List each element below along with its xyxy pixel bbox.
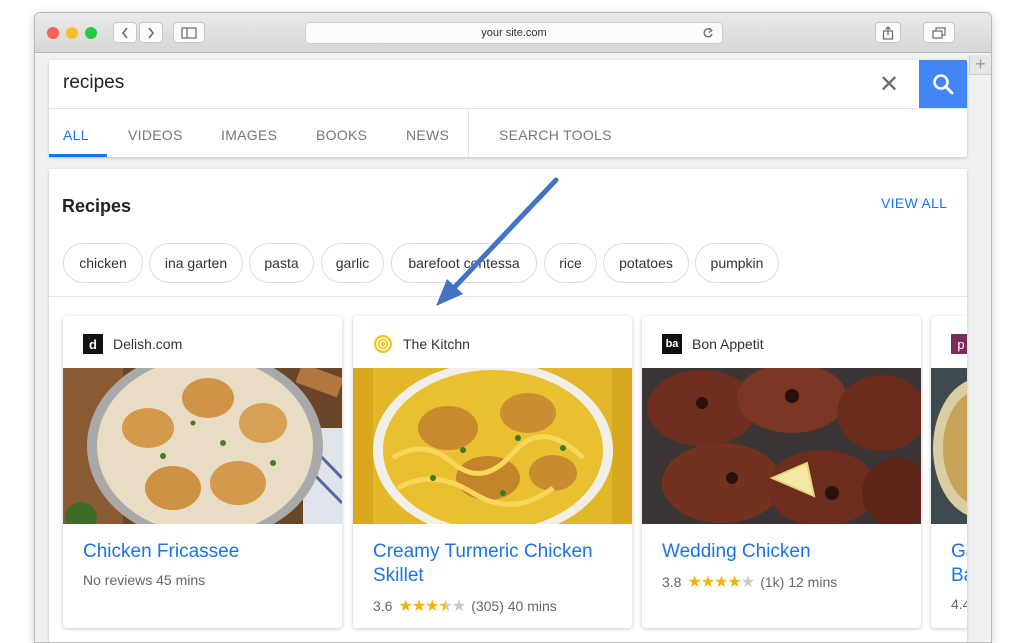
recipe-meta: 4.4 xyxy=(951,596,967,612)
star-rating: ★★★★★ xyxy=(687,574,755,591)
browser-window: your site.com recipes ✕ ALL VIDEOS IMAGE… xyxy=(34,12,992,643)
recipe-image xyxy=(63,368,342,524)
recipe-image xyxy=(353,368,632,524)
tab-images[interactable]: IMAGES xyxy=(221,127,277,143)
chevron-right-icon xyxy=(148,27,155,38)
divider xyxy=(49,108,967,109)
kitchn-icon xyxy=(373,334,393,354)
chip-chicken[interactable]: chicken xyxy=(63,243,143,283)
recipe-source: p xyxy=(951,334,967,354)
chip-rice[interactable]: rice xyxy=(544,243,597,283)
cook-time: 45 mins xyxy=(156,572,206,588)
search-button[interactable] xyxy=(919,60,967,108)
section-title: Recipes xyxy=(62,196,132,216)
source-name: Bon Appetit xyxy=(692,336,764,352)
zoom-window-button[interactable] xyxy=(85,27,97,39)
share-button[interactable] xyxy=(875,22,901,43)
search-icon xyxy=(933,74,954,95)
recipe-image xyxy=(642,368,921,524)
rating-value: 4.4 xyxy=(951,596,967,612)
url-text: your site.com xyxy=(481,27,547,39)
recipe-meta: No reviews 45 mins xyxy=(83,572,205,588)
back-button[interactable] xyxy=(113,22,137,43)
chip-pumpkin[interactable]: pumpkin xyxy=(695,243,779,283)
rating-value: 3.8 xyxy=(662,574,682,590)
source-name: The Kitchn xyxy=(403,336,470,352)
reload-icon[interactable] xyxy=(702,26,714,40)
divider xyxy=(468,109,469,157)
tab-news[interactable]: NEWS xyxy=(406,127,449,143)
source-logo: p xyxy=(951,334,967,354)
recipe-image xyxy=(931,368,967,524)
chip-ina-garten[interactable]: ina garten xyxy=(149,243,243,283)
divider xyxy=(49,296,967,297)
close-window-button[interactable] xyxy=(47,27,59,39)
search-box-card: recipes ✕ ALL VIDEOS IMAGES BOOKS NEWS S… xyxy=(49,60,967,157)
browser-toolbar: your site.com xyxy=(35,13,991,53)
recipe-meta: 3.8 ★★★★★ (1k) 12 mins xyxy=(662,572,837,592)
share-icon xyxy=(882,25,894,40)
bon-appetit-logo: ba xyxy=(662,334,682,354)
chevron-left-icon xyxy=(121,27,128,38)
sidebar-icon xyxy=(181,26,197,39)
star-rating: ★★★★★★ xyxy=(398,598,466,615)
recipe-card[interactable]: d Delish.com Chicken Fricassee No review… xyxy=(63,316,342,628)
tab-books[interactable]: BOOKS xyxy=(316,127,367,143)
recipe-meta: 3.6 ★★★★★★ (305) 40 mins xyxy=(373,596,557,616)
recipes-card: Recipes VIEW ALL chicken ina garten past… xyxy=(49,169,967,642)
forward-button[interactable] xyxy=(139,22,163,43)
chip-garlic[interactable]: garlic xyxy=(321,243,384,283)
tabs-overview-button[interactable] xyxy=(923,22,955,43)
tabs-icon xyxy=(932,26,946,39)
recipe-source: The Kitchn xyxy=(373,334,470,354)
tab-videos[interactable]: VIDEOS xyxy=(128,127,183,143)
tab-all[interactable]: ALL xyxy=(63,127,89,143)
recipe-title-link[interactable]: Chicken Fricassee xyxy=(83,540,328,564)
rating-value: 3.6 xyxy=(373,598,393,614)
recipe-title-link[interactable]: GaBa xyxy=(951,540,967,588)
review-count: (305) xyxy=(471,598,504,614)
search-input[interactable]: recipes xyxy=(63,72,124,94)
recipe-title-link[interactable]: Wedding Chicken xyxy=(662,540,907,564)
reviews-text: No reviews xyxy=(83,572,153,588)
recipe-card[interactable]: The Kitchn Creamy Turmeric Chicken Skill… xyxy=(353,316,632,628)
new-tab-button[interactable]: + xyxy=(969,55,991,75)
chip-barefoot-contessa[interactable]: barefoot contessa xyxy=(391,243,537,283)
sidebar-toggle-button[interactable] xyxy=(173,22,205,43)
active-tab-indicator xyxy=(49,154,107,157)
delish-logo: d xyxy=(83,334,103,354)
page-content: recipes ✕ ALL VIDEOS IMAGES BOOKS NEWS S… xyxy=(35,54,991,642)
search-tools-button[interactable]: SEARCH TOOLS xyxy=(499,127,612,143)
recipe-title-link[interactable]: Creamy Turmeric Chicken Skillet xyxy=(373,540,618,588)
recipe-card[interactable]: ba Bon Appetit Wedding Chicken 3.8 ★★★★★… xyxy=(642,316,921,628)
recipe-source: ba Bon Appetit xyxy=(662,334,764,354)
cook-time: 40 mins xyxy=(507,598,557,614)
address-bar[interactable]: your site.com xyxy=(305,22,723,44)
minimize-window-button[interactable] xyxy=(66,27,78,39)
chip-potatoes[interactable]: potatoes xyxy=(603,243,689,283)
source-name: Delish.com xyxy=(113,336,183,352)
recipe-card[interactable]: p GaBa 4.4 xyxy=(931,316,967,628)
review-count: (1k) xyxy=(760,574,785,590)
cook-time: 12 mins xyxy=(788,574,838,590)
chip-pasta[interactable]: pasta xyxy=(249,243,314,283)
recipe-source: d Delish.com xyxy=(83,334,182,354)
clear-search-icon[interactable]: ✕ xyxy=(879,70,899,99)
view-all-link[interactable]: VIEW ALL xyxy=(881,195,947,211)
